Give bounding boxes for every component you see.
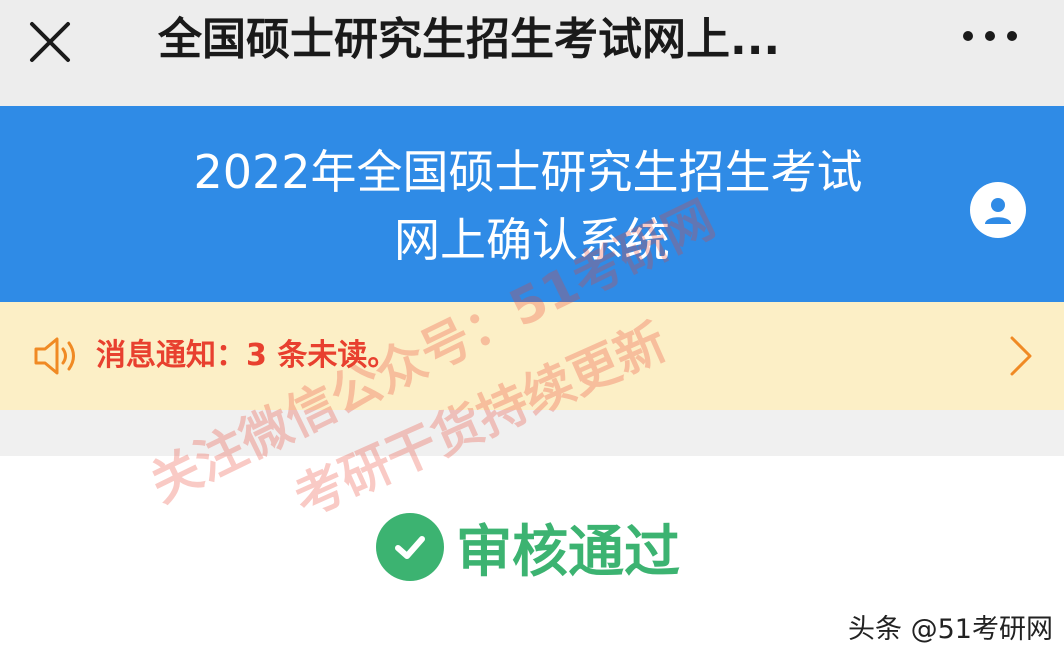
- top-nav-bar: 全国硕士研究生招生考试网上...: [0, 0, 1064, 106]
- page-title: 全国硕士研究生招生考试网上...: [158, 14, 781, 65]
- system-title-line2: 网上确认系统: [394, 213, 670, 267]
- chevron-right-icon[interactable]: [1004, 334, 1036, 378]
- check-circle-icon: [376, 513, 444, 581]
- system-title-line1: 2022年全国硕士研究生招生考试: [193, 145, 863, 199]
- user-icon: [985, 198, 1011, 224]
- review-status: 审核通过: [376, 512, 680, 585]
- notice-text: 消息通知：3 条未读。: [96, 338, 398, 373]
- more-button[interactable]: [950, 16, 1030, 56]
- close-icon: [30, 22, 70, 62]
- source-label: 头条 @51考研网: [848, 614, 1053, 645]
- more-icon: [963, 31, 1017, 41]
- section-divider: [0, 410, 1064, 456]
- review-status-text: 审核通过: [456, 519, 680, 585]
- header-banner: 2022年全国硕士研究生招生考试 网上确认系统: [0, 106, 1064, 302]
- user-profile-button[interactable]: [970, 182, 1026, 238]
- speaker-icon: [34, 337, 75, 375]
- close-button[interactable]: [22, 14, 78, 70]
